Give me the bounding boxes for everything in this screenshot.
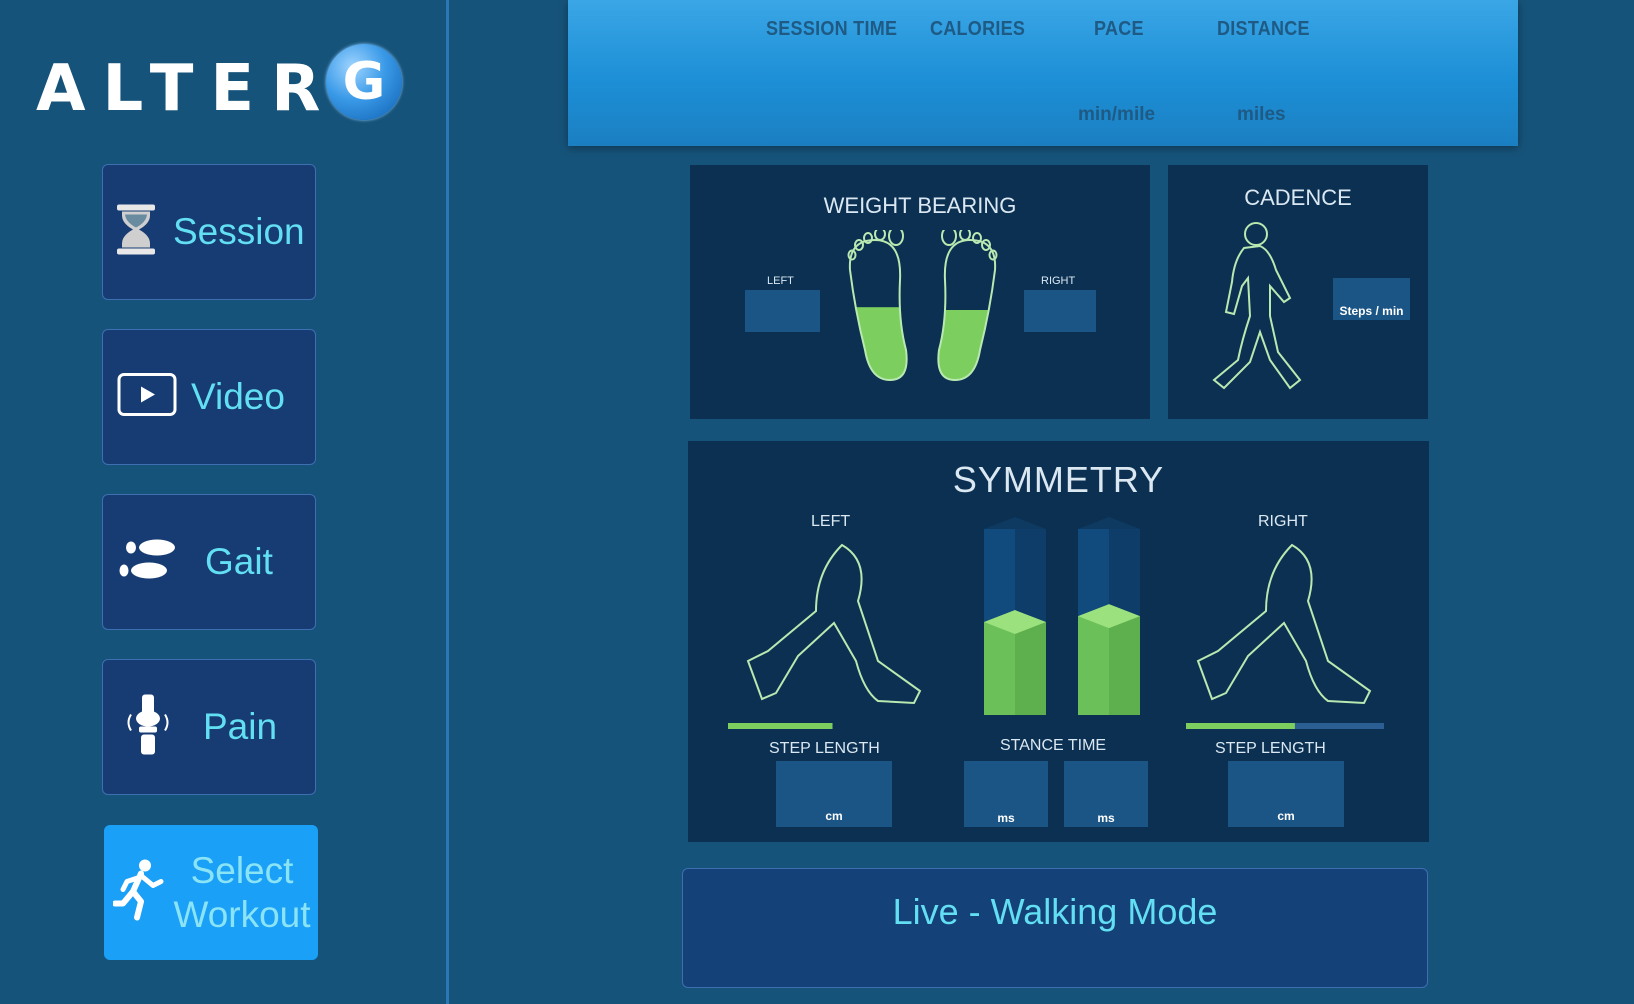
weight-left-label: LEFT <box>767 275 794 287</box>
stance-left-value-box: ms <box>964 761 1048 827</box>
knee-joint-icon <box>123 693 173 762</box>
select-workout-line2: Workout <box>173 893 311 935</box>
pace-unit: min/mile <box>1078 104 1156 125</box>
right-stance-fill-right <box>1109 616 1140 715</box>
left-stance-fill-right <box>1015 622 1046 715</box>
right-leg-icon <box>1196 543 1372 705</box>
left-step-value-box: cm <box>776 761 892 827</box>
sidebar: ALTER G Session Video Gait Pain Select W… <box>0 0 446 1004</box>
logo-text: ALTER <box>36 52 338 126</box>
pain-button[interactable]: Pain <box>102 659 316 795</box>
session-button[interactable]: Session <box>102 164 316 300</box>
left-step-fill <box>728 723 833 729</box>
walking-figure-icon <box>1212 222 1302 390</box>
right-stance-column <box>1078 517 1140 715</box>
symmetry-panel: SYMMETRY LEFT RIGHT STEP LENGTH STANCE T… <box>688 441 1429 842</box>
distance-label: DISTANCE <box>1217 18 1310 40</box>
left-step-bar <box>728 723 833 729</box>
cadence-value-box: Steps / min <box>1333 278 1410 320</box>
footprints-icon <box>119 538 179 587</box>
feet-weight-graphic <box>847 230 998 382</box>
cadence-title: CADENCE <box>1244 185 1352 210</box>
left-step-unit: cm <box>825 809 843 823</box>
select-workout-line1: Select <box>190 849 294 891</box>
weight-bearing-panel: WEIGHT BEARING LEFT RIGHT <box>690 165 1150 419</box>
weight-bearing-title: WEIGHT BEARING <box>823 193 1017 218</box>
select-workout-button[interactable]: Select Workout <box>104 825 318 960</box>
session-stats-banner: SESSION TIME CALORIES PACE DISTANCE min/… <box>568 0 1518 146</box>
right-stance-fill-left <box>1078 616 1109 715</box>
hourglass-icon <box>115 203 157 262</box>
right-step-value-box: cm <box>1228 761 1344 827</box>
stance-time-bars <box>984 517 1140 715</box>
cadence-panel: CADENCE Steps / min <box>1168 165 1428 419</box>
stance-time-label: STANCE TIME <box>1000 737 1107 754</box>
pain-label: Pain <box>203 706 278 747</box>
right-step-bar <box>1186 723 1384 729</box>
left-step-length-label: STEP LENGTH <box>769 740 880 757</box>
left-leg-icon <box>746 543 922 705</box>
symmetry-right-label: RIGHT <box>1258 513 1308 530</box>
mode-status-box: Live - Walking Mode <box>682 868 1428 988</box>
play-icon <box>117 373 177 422</box>
weight-left-value-box <box>745 290 820 332</box>
symmetry-left-label: LEFT <box>811 513 851 530</box>
calories-label: CALORIES <box>930 18 1026 40</box>
left-stance-fill-left <box>984 622 1015 715</box>
session-time-label: SESSION TIME <box>766 18 898 40</box>
session-label: Session <box>173 211 305 252</box>
weight-right-value-box <box>1024 290 1096 332</box>
stance-right-value-box: ms <box>1064 761 1148 827</box>
gait-label: Gait <box>205 541 273 582</box>
right-step-fill <box>1186 723 1295 729</box>
gait-button[interactable]: Gait <box>102 494 316 630</box>
running-person-icon <box>112 857 165 928</box>
cadence-unit: Steps / min <box>1339 304 1404 318</box>
mode-label: Live - Walking Mode <box>892 891 1218 932</box>
video-button[interactable]: Video <box>102 329 316 465</box>
stance-left-unit: ms <box>997 811 1015 825</box>
distance-unit: miles <box>1237 104 1286 125</box>
sidebar-divider <box>446 0 449 1004</box>
pace-label: PACE <box>1094 18 1144 40</box>
symmetry-title: SYMMETRY <box>952 459 1165 500</box>
stance-right-unit: ms <box>1097 811 1115 825</box>
left-stance-column <box>984 517 1046 715</box>
video-label: Video <box>191 376 285 417</box>
weight-right-label: RIGHT <box>1041 275 1076 287</box>
logo-g-badge: G <box>326 44 402 120</box>
right-step-unit: cm <box>1277 809 1295 823</box>
select-workout-label: Select Workout <box>169 849 315 937</box>
right-step-length-label: STEP LENGTH <box>1215 740 1326 757</box>
alterg-logo: ALTER G <box>36 44 406 126</box>
